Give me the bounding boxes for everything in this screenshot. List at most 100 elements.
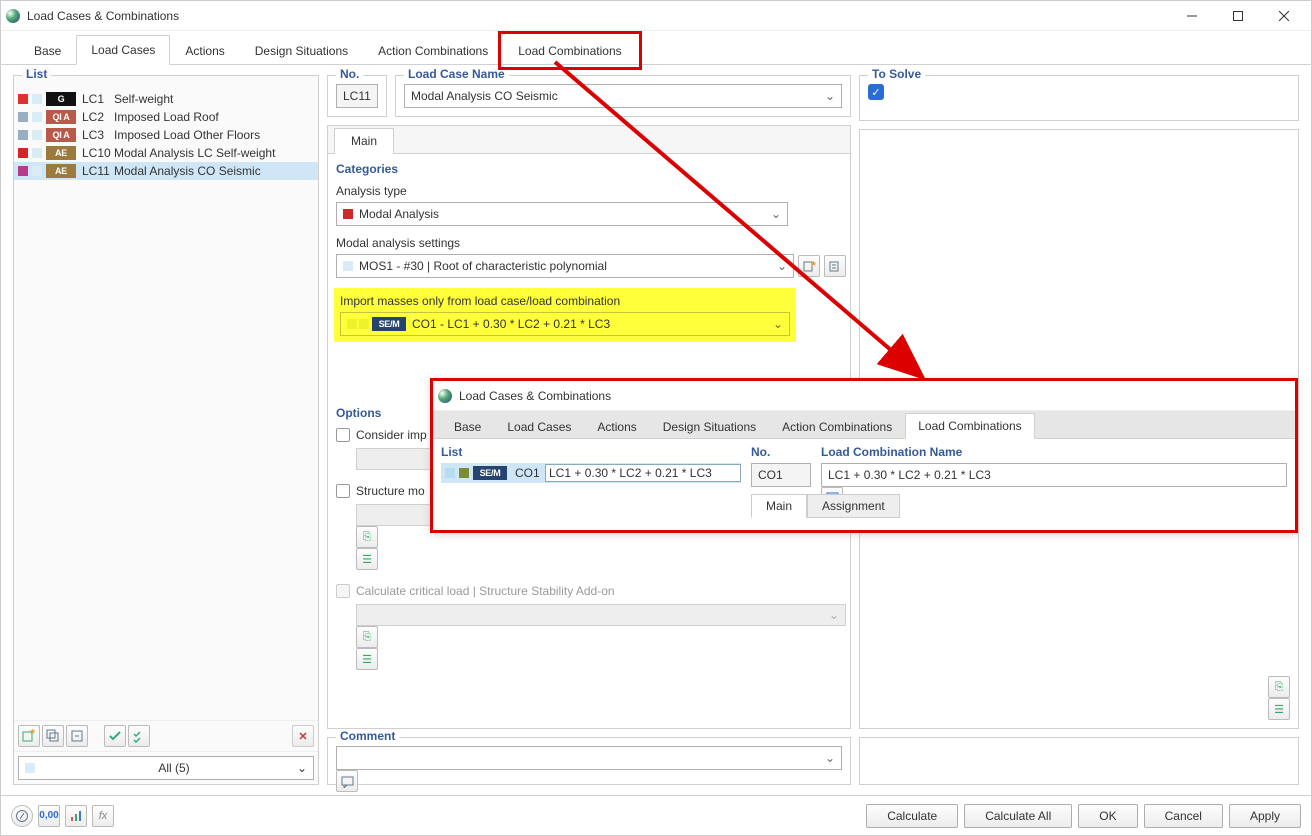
tab-load-combinations[interactable]: Load Combinations <box>503 36 636 65</box>
opt-consider-label: Consider imp <box>356 428 427 442</box>
right-edit-button[interactable]: ☰ <box>1268 698 1290 720</box>
calculate-all-button[interactable]: Calculate All <box>964 804 1072 828</box>
fx-button[interactable]: fx <box>92 805 114 827</box>
row-badge: AE <box>46 164 76 178</box>
list-item[interactable]: GLC1Self-weight <box>14 90 318 108</box>
popup-tab-base[interactable]: Base <box>441 414 494 439</box>
popup-row-badge: SE/M <box>473 466 507 480</box>
comment-panel: Comment ⌄ <box>327 737 851 785</box>
to-solve-panel: To Solve ✓ <box>859 75 1299 121</box>
to-solve-checkbox[interactable]: ✓ <box>868 84 884 100</box>
row-no: LC3 <box>80 128 110 142</box>
maximize-button[interactable] <box>1215 2 1261 30</box>
close-button[interactable] <box>1261 2 1307 30</box>
cancel-button[interactable]: Cancel <box>1144 804 1223 828</box>
comment-select[interactable]: ⌄ <box>336 746 842 770</box>
popup-tab-load-cases[interactable]: Load Cases <box>494 414 584 439</box>
new-item-button[interactable]: ★ <box>18 725 40 747</box>
row-swatch2 <box>32 166 42 176</box>
modal-settings-select[interactable]: MOS1 - #30 | Root of characteristic poly… <box>336 254 794 278</box>
popup-subtab-assignment[interactable]: Assignment <box>807 494 900 518</box>
popup-no-field: CO1 <box>751 463 811 487</box>
opt-critical-label: Calculate critical load | Structure Stab… <box>356 584 615 598</box>
tab-base[interactable]: Base <box>19 36 76 65</box>
row-name: Modal Analysis LC Self-weight <box>114 146 318 160</box>
popup-tab-load-combinations[interactable]: Load Combinations <box>905 413 1034 439</box>
right-new-button[interactable]: ⎘ <box>1268 676 1290 698</box>
popup-tab-actions[interactable]: Actions <box>584 414 649 439</box>
comment-label: Comment <box>336 729 399 743</box>
popup-row-swatch2 <box>459 468 469 478</box>
list-item[interactable]: AELC10Modal Analysis LC Self-weight <box>14 144 318 162</box>
modal-settings-row: Modal analysis settings MOS1 - #30 | Roo… <box>336 236 842 278</box>
row-no: LC11 <box>80 164 110 178</box>
delete-button[interactable]: ✕ <box>292 725 314 747</box>
list-item[interactable]: AELC11Modal Analysis CO Seismic <box>14 162 318 180</box>
app-icon <box>437 388 453 404</box>
minimize-button[interactable] <box>1169 2 1215 30</box>
help-button[interactable] <box>11 805 33 827</box>
row-swatch1 <box>18 112 28 122</box>
titlebar: Load Cases & Combinations <box>1 1 1311 31</box>
list-item[interactable]: QI ALC2Imposed Load Roof <box>14 108 318 126</box>
comment-button[interactable] <box>336 770 358 792</box>
units-button[interactable]: 0,00 <box>38 805 60 827</box>
no-panel: No. LC11 <box>327 75 387 117</box>
opt-critical-checkbox <box>336 584 350 598</box>
import-masses-select[interactable]: SE/M CO1 - LC1 + 0.30 * LC2 + 0.21 * LC3… <box>340 312 790 336</box>
popup-list-row[interactable]: SE/M CO1 LC1 + 0.30 * LC2 + 0.21 * LC3 <box>441 463 741 483</box>
copy-button[interactable] <box>42 725 64 747</box>
popup-tab-action-combinations[interactable]: Action Combinations <box>769 414 905 439</box>
row-name: Imposed Load Other Floors <box>114 128 318 142</box>
opt-consider-checkbox[interactable] <box>336 428 350 442</box>
popup-tab-design-situations[interactable]: Design Situations <box>650 414 769 439</box>
window-title: Load Cases & Combinations <box>27 9 1169 23</box>
popup-titlebar: Load Cases & Combinations <box>433 381 1295 411</box>
opt-critical-new-button[interactable]: ⎘ <box>356 626 378 648</box>
import-swatch2 <box>359 319 369 329</box>
left-filter: All (5) ⌄ <box>14 751 318 784</box>
opt-structure-label: Structure mo <box>356 484 425 498</box>
row-swatch2 <box>32 148 42 158</box>
opt-structure-new-button[interactable]: ⎘ <box>356 526 378 548</box>
calculate-button[interactable]: Calculate <box>866 804 958 828</box>
chevron-down-icon: ⌄ <box>773 317 783 331</box>
apply-button[interactable]: Apply <box>1229 804 1301 828</box>
top-row: No. LC11 Load Case Name Modal Analysis C… <box>327 75 851 117</box>
no-label: No. <box>336 67 363 81</box>
new-settings-button[interactable]: ★ <box>798 255 820 277</box>
list-item[interactable]: QI ALC3Imposed Load Other Floors <box>14 126 318 144</box>
import-masses-row: Import masses only from load case/load c… <box>334 288 796 342</box>
import-swatch1 <box>347 319 357 329</box>
clone-button[interactable] <box>66 725 88 747</box>
analysis-type-select[interactable]: Modal Analysis ⌄ <box>336 202 788 226</box>
right-bottom-panel <box>859 737 1299 785</box>
chevron-down-icon: ⌄ <box>825 89 835 103</box>
filter-select[interactable]: All (5) ⌄ <box>18 756 314 780</box>
check-list-button[interactable] <box>104 725 126 747</box>
opt-structure-edit-button[interactable]: ☰ <box>356 548 378 570</box>
inner-tab-main[interactable]: Main <box>334 128 394 154</box>
tab-load-cases[interactable]: Load Cases <box>76 35 170 65</box>
popup-no-label: No. <box>751 445 811 459</box>
svg-text:★: ★ <box>810 260 816 268</box>
app-icon <box>5 8 21 24</box>
edit-settings-button[interactable] <box>824 255 846 277</box>
popup-window: Load Cases & Combinations BaseLoad Cases… <box>430 378 1298 533</box>
opt-structure-checkbox[interactable] <box>336 484 350 498</box>
tab-actions[interactable]: Actions <box>170 36 239 65</box>
opt-critical-row: Calculate critical load | Structure Stab… <box>336 584 842 598</box>
lc-name-label: Load Case Name <box>404 67 509 81</box>
ok-button[interactable]: OK <box>1078 804 1137 828</box>
popup-name-field[interactable]: LC1 + 0.30 * LC2 + 0.21 * LC3 <box>821 463 1287 487</box>
row-no: LC1 <box>80 92 110 106</box>
tab-design-situations[interactable]: Design Situations <box>240 36 363 65</box>
lc-name-select[interactable]: Modal Analysis CO Seismic ⌄ <box>404 84 842 108</box>
chart-button[interactable] <box>65 805 87 827</box>
opt-critical-edit-button[interactable]: ☰ <box>356 648 378 670</box>
popup-subtab-main[interactable]: Main <box>751 494 807 518</box>
left-toolbar: ★ ✕ <box>14 720 318 751</box>
popup-name-label: Load Combination Name <box>821 445 1287 459</box>
tab-action-combinations[interactable]: Action Combinations <box>363 36 503 65</box>
check-tree-button[interactable] <box>128 725 150 747</box>
